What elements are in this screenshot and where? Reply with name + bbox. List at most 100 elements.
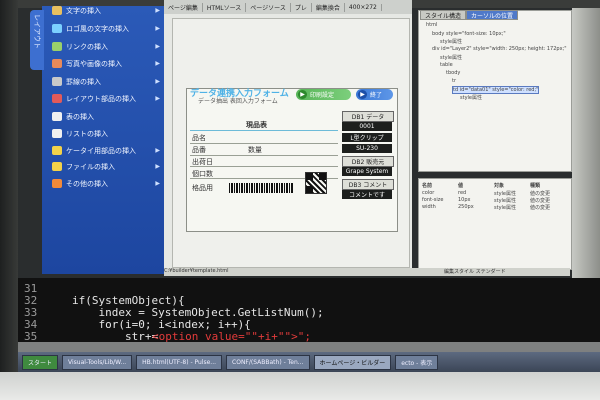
end-label: 終了 (370, 92, 383, 99)
tree-node[interactable]: style属性 (440, 54, 462, 61)
chevron-right-icon: ▶ (155, 78, 160, 85)
file-path: C:¥builder¥template.html (164, 268, 229, 274)
tree-node[interactable]: tr (452, 78, 456, 84)
tree-node[interactable]: tbody (446, 70, 460, 76)
tab-cursor-position[interactable]: カーソルの位置 (466, 10, 519, 20)
field-label-inspection: 格品用 (192, 184, 213, 192)
menu-item-label: ロゴ風の文字の挿入 (66, 24, 129, 33)
tree-node[interactable]: style属性 (460, 94, 482, 101)
tab-page-edit[interactable]: ページ編集 (164, 2, 203, 12)
grid-cell: font-size (422, 197, 444, 203)
db1-label: DB1 データ (342, 111, 394, 122)
tab-page-source[interactable]: ページソース (246, 2, 291, 12)
chevron-right-icon: ▶ (155, 95, 160, 102)
monitor-bezel-bottom (0, 372, 600, 400)
grid-cell: width (422, 204, 436, 210)
mobile-icon (52, 146, 62, 155)
grid-cell: 250px (458, 204, 474, 210)
print-settings-button[interactable]: ▶ 印刷設定 (296, 89, 351, 100)
menu-item-label: 写真や画像の挿入 (66, 59, 122, 68)
tab-html-source[interactable]: HTMLソース (203, 2, 247, 12)
start-button[interactable]: スタート (22, 354, 59, 370)
field-label-part-no: 品番 (192, 146, 206, 154)
grid-cell: 10px (458, 197, 471, 203)
tab-style-structure[interactable]: スタイル構造 (420, 10, 467, 20)
grid-header-cell: 値 (458, 183, 464, 189)
monitor-bezel-left (0, 0, 18, 400)
taskbar-item-active[interactable]: ホームページ・ビルダー (313, 354, 392, 370)
db1-value-id[interactable]: 0001 (342, 122, 392, 131)
menu-item-insert-file[interactable]: ファイルの挿入 ▶ (52, 160, 160, 173)
qr-code-image (305, 172, 327, 194)
editor-tab-bar: ページ編集 HTMLソース ページソース プレ 編集換合 400×272 (164, 0, 412, 15)
tree-node[interactable]: style属性 (440, 38, 462, 45)
taskbar-item[interactable]: Visual-Tools/Lib/W... (62, 354, 133, 370)
db2-value[interactable]: Grape System (342, 167, 392, 176)
form-subtitle: データ抽出 表回入力フォーム (198, 98, 278, 105)
menu-item-insert-other[interactable]: その他の挿入 ▶ (52, 177, 160, 190)
rule-icon (52, 77, 62, 86)
grid-cell: 値の変更 (530, 198, 551, 204)
chevron-right-icon: ▶ (155, 60, 160, 67)
grid-header-cell: 名前 (422, 183, 433, 189)
edit-style-hint: 編集スタイル ステンダード (444, 269, 506, 275)
tree-node[interactable]: body style="font-size: 10px;" (432, 31, 506, 37)
taskbar-item[interactable]: ecto - 表示 (395, 354, 439, 370)
barcode-image (229, 183, 293, 193)
grid-row[interactable]: width 250px style属性 値の変更 (422, 204, 566, 211)
db1-value-code[interactable]: SU-230 (342, 144, 392, 153)
grid-cell: 値の変更 (530, 205, 551, 211)
chevron-right-icon: ▶ (155, 7, 160, 14)
logo-text-icon (52, 24, 62, 33)
tree-node[interactable]: table (440, 62, 453, 68)
divider (190, 143, 338, 144)
menu-item-label: レイアウト部品の挿入 (66, 94, 136, 103)
menu-item-insert-text[interactable]: 文字の挿入 ▶ (52, 4, 160, 17)
end-button[interactable]: ▶ 終了 (356, 89, 393, 100)
tab-preview[interactable]: プレ (291, 2, 312, 12)
chevron-right-icon: ▶ (155, 147, 160, 154)
table-icon (52, 112, 62, 121)
menu-item-insert-layout-part[interactable]: レイアウト部品の挿入 ▶ (52, 92, 160, 105)
menu-item-label: 表の挿入 (66, 112, 94, 121)
menu-item-insert-logo[interactable]: ロゴ風の文字の挿入 ▶ (52, 22, 160, 35)
menu-item-insert-image[interactable]: 写真や画像の挿入 ▶ (52, 57, 160, 70)
taskbar-item[interactable]: CONF/(SABBath) - Ten... (226, 354, 310, 370)
link-icon (52, 42, 62, 51)
tree-node-selected[interactable]: td id="data01" style="color: red;" (452, 86, 540, 94)
grid-cell: 値の変更 (530, 191, 551, 197)
print-settings-label: 印刷設定 (310, 92, 335, 99)
menu-item-insert-link[interactable]: リンクの挿入 ▶ (52, 40, 160, 53)
chevron-right-icon: ▶ (155, 25, 160, 32)
taskbar-item[interactable]: HB.html(UTF-8) - Pulse... (136, 354, 223, 370)
canvas-size-dropdown[interactable]: 400×272 (345, 3, 382, 11)
db1-value-product[interactable]: L型クリップ (342, 133, 392, 142)
grid-cell: style属性 (494, 205, 516, 211)
taskbar: スタート Visual-Tools/Lib/W... HB.html(UTF-8… (18, 352, 600, 372)
db3-value[interactable]: コメントです (342, 190, 392, 199)
form-heading: 現品表 (246, 121, 267, 129)
grid-row[interactable]: color red style属性 値の変更 (422, 190, 566, 197)
panel-tab-label: レイアウト (33, 14, 41, 49)
menu-item-insert-list[interactable]: リストの挿入 (52, 127, 160, 140)
play-icon: ▶ (358, 90, 367, 99)
chevron-right-icon: ▶ (155, 43, 160, 50)
tree-node[interactable]: div id="Layer2" style="width: 250px; hei… (432, 46, 567, 52)
menu-item-insert-mobile-part[interactable]: ケータイ用部品の挿入 ▶ (52, 144, 160, 157)
code-status-bar (18, 342, 600, 352)
panel-tab-layout[interactable]: レイアウト (30, 10, 44, 70)
menu-item-insert-table[interactable]: 表の挿入 (52, 110, 160, 123)
db2-label: DB2 販売元 (342, 156, 394, 167)
grid-cell: style属性 (494, 191, 516, 197)
grid-cell: style属性 (494, 198, 516, 204)
menu-item-insert-rule[interactable]: 罫線の挿入 ▶ (52, 75, 160, 88)
tree-node[interactable]: html (426, 22, 437, 28)
menu-item-label: 文字の挿入 (66, 6, 101, 15)
file-icon (52, 162, 62, 171)
layout-icon (52, 94, 62, 103)
grid-header-cell: 対象 (494, 183, 505, 189)
grid-row[interactable]: font-size 10px style属性 値の変更 (422, 197, 566, 204)
divider (190, 130, 338, 131)
divider (190, 155, 338, 156)
edit-mode-dropdown[interactable]: 編集換合 (312, 2, 345, 12)
